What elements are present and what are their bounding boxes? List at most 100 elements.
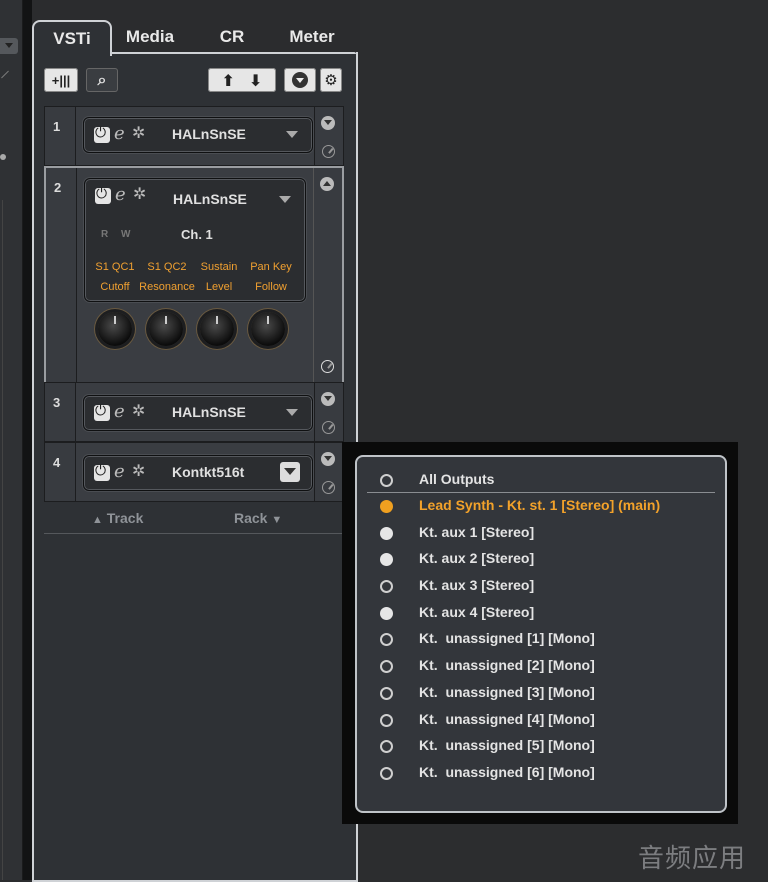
watermark: 音频应用 xyxy=(638,844,747,874)
slot-number: 4 xyxy=(53,455,61,470)
power-icon[interactable] xyxy=(94,403,110,421)
meter-icon[interactable] xyxy=(322,145,335,158)
quick-control-knob-2[interactable] xyxy=(149,312,183,346)
arrow-down-icon[interactable]: ⬇ xyxy=(249,71,262,90)
arrow-up-icon[interactable]: ⬆ xyxy=(222,71,235,90)
slot-number-column: 3 xyxy=(45,383,76,441)
show-rack-button[interactable]: Rack ▼ xyxy=(234,510,282,526)
strip-fader-dot[interactable] xyxy=(0,154,6,160)
qc-label-1: S1 QC1 xyxy=(95,261,135,273)
slot-side-controls xyxy=(314,443,343,501)
instrument-panel[interactable]: e ✲ HALnSnSE xyxy=(83,395,313,431)
gear-icon[interactable]: ✲ xyxy=(133,184,146,203)
output-label: Kt. unassigned [6] [Mono] xyxy=(419,764,595,780)
collapse-all-button[interactable] xyxy=(284,68,316,92)
move-slot-buttons[interactable]: ⬆ ⬇ xyxy=(208,68,276,92)
slot-side-controls xyxy=(313,168,342,382)
collapse-icon[interactable] xyxy=(320,177,334,191)
output-label: Kt. unassigned [3] [Mono] xyxy=(419,684,595,700)
edit-icon[interactable]: e xyxy=(114,401,125,422)
channel-label: Ch. 1 xyxy=(181,227,213,242)
rack-slot-2[interactable]: 2 e ✲ HALnSnSE R W Ch. 1 S1 QC1 Cutoff S… xyxy=(44,166,344,384)
slot-number: 2 xyxy=(54,180,62,195)
instrument-name[interactable]: Kontkt516t xyxy=(172,464,244,480)
rack-slot-3[interactable]: 3 e ✲ HALnSnSE xyxy=(44,382,344,442)
slot-number-column: 1 xyxy=(45,107,76,165)
tab-cr[interactable]: CR xyxy=(194,20,270,54)
strip-dropdown-icon[interactable] xyxy=(0,38,18,54)
quick-control-knob-3[interactable] xyxy=(200,312,234,346)
output-label: Lead Synth - Kt. st. 1 [Stereo] (main) xyxy=(419,497,661,513)
meter-icon[interactable] xyxy=(322,421,335,434)
output-menu-item[interactable]: Kt. unassigned [4] [Mono] xyxy=(357,707,725,733)
meter-icon[interactable] xyxy=(322,481,335,494)
strip-line xyxy=(1,70,9,79)
triangle-up-icon: ▲ xyxy=(92,514,103,526)
write-button[interactable]: W xyxy=(121,229,130,240)
rack-footer: ▲ Track Rack ▼ xyxy=(44,506,342,532)
collapse-icon xyxy=(292,72,308,88)
power-icon[interactable] xyxy=(94,125,110,143)
qc-label-4-sub: Follow xyxy=(255,281,287,293)
left-mixer-strip xyxy=(0,0,23,880)
gear-icon[interactable]: ✲ xyxy=(132,461,145,480)
read-button[interactable]: R xyxy=(101,229,108,240)
slot-number-column: 2 xyxy=(46,168,77,382)
output-menu-item[interactable]: Kt. aux 4 [Stereo] xyxy=(357,600,725,626)
meter-icon[interactable] xyxy=(321,360,334,373)
output-label: Kt. unassigned [5] [Mono] xyxy=(419,737,595,753)
output-menu-button[interactable] xyxy=(280,462,300,482)
qc-label-3: Sustain xyxy=(200,261,238,273)
tab-vsti[interactable]: VSTi xyxy=(32,20,112,56)
tab-meter[interactable]: Meter xyxy=(272,20,352,54)
show-track-button[interactable]: ▲ Track xyxy=(92,510,143,526)
output-menu-item[interactable]: Kt. aux 1 [Stereo] xyxy=(357,520,725,546)
expand-icon[interactable] xyxy=(321,452,335,466)
chevron-down-icon[interactable] xyxy=(286,131,298,138)
output-menu-item[interactable]: Kt. aux 2 [Stereo] xyxy=(357,546,725,572)
output-menu-item[interactable]: Lead Synth - Kt. st. 1 [Stereo] (main) xyxy=(357,493,725,519)
add-instrument-button[interactable]: +||| xyxy=(44,68,78,92)
power-icon[interactable] xyxy=(94,463,110,481)
instrument-panel[interactable]: e ✲ HALnSnSE xyxy=(83,117,313,153)
expand-icon[interactable] xyxy=(321,392,335,406)
radio-icon xyxy=(380,767,393,780)
slot-side-controls xyxy=(314,383,343,441)
panel-gap xyxy=(23,0,32,880)
output-menu-item[interactable]: Kt. aux 3 [Stereo] xyxy=(357,573,725,599)
instrument-name[interactable]: HALnSnSE xyxy=(172,404,246,420)
expand-icon[interactable] xyxy=(321,116,335,130)
output-menu-item[interactable]: Kt. unassigned [6] [Mono] xyxy=(357,760,725,786)
chevron-down-icon[interactable] xyxy=(279,196,291,203)
rack-slot-1[interactable]: 1 e ✲ HALnSnSE xyxy=(44,106,344,166)
output-menu-item[interactable]: Kt. unassigned [3] [Mono] xyxy=(357,680,725,706)
settings-button[interactable]: ⚙ xyxy=(320,68,342,92)
rack-slot-4[interactable]: 4 e ✲ Kontkt516t xyxy=(44,442,344,502)
edit-icon[interactable]: e xyxy=(114,123,125,144)
output-menu-item[interactable]: Kt. unassigned [1] [Mono] xyxy=(357,626,725,652)
instrument-panel[interactable]: e ✲ Kontkt516t xyxy=(83,455,313,491)
chevron-down-icon[interactable] xyxy=(286,409,298,416)
radio-icon xyxy=(380,633,393,646)
output-label: Kt. aux 1 [Stereo] xyxy=(419,524,535,540)
instrument-name[interactable]: HALnSnSE xyxy=(173,191,247,207)
quick-control-knob-4[interactable] xyxy=(251,312,285,346)
edit-icon[interactable]: e xyxy=(114,461,125,482)
gear-icon[interactable]: ✲ xyxy=(132,401,145,420)
qc-label-3-sub: Level xyxy=(205,281,233,293)
slot-number: 3 xyxy=(53,395,61,410)
tab-media[interactable]: Media xyxy=(112,20,188,54)
output-menu-item[interactable]: Kt. unassigned [5] [Mono] xyxy=(357,733,725,759)
instrument-panel[interactable]: e ✲ HALnSnSE R W Ch. 1 S1 QC1 Cutoff S1 … xyxy=(84,178,306,302)
output-menu-item[interactable]: All Outputs xyxy=(357,467,725,493)
edit-icon[interactable]: e xyxy=(115,184,126,205)
quick-control-knob-1[interactable] xyxy=(98,312,132,346)
radio-icon xyxy=(380,527,393,540)
triangle-down-icon: ▼ xyxy=(271,514,283,526)
output-menu-item[interactable]: Kt. unassigned [2] [Mono] xyxy=(357,653,725,679)
gear-icon[interactable]: ✲ xyxy=(132,123,145,142)
power-icon[interactable] xyxy=(95,186,111,204)
search-button[interactable]: ⌕ xyxy=(86,68,118,92)
instrument-name[interactable]: HALnSnSE xyxy=(172,126,246,142)
strip-fader-track xyxy=(2,200,3,880)
